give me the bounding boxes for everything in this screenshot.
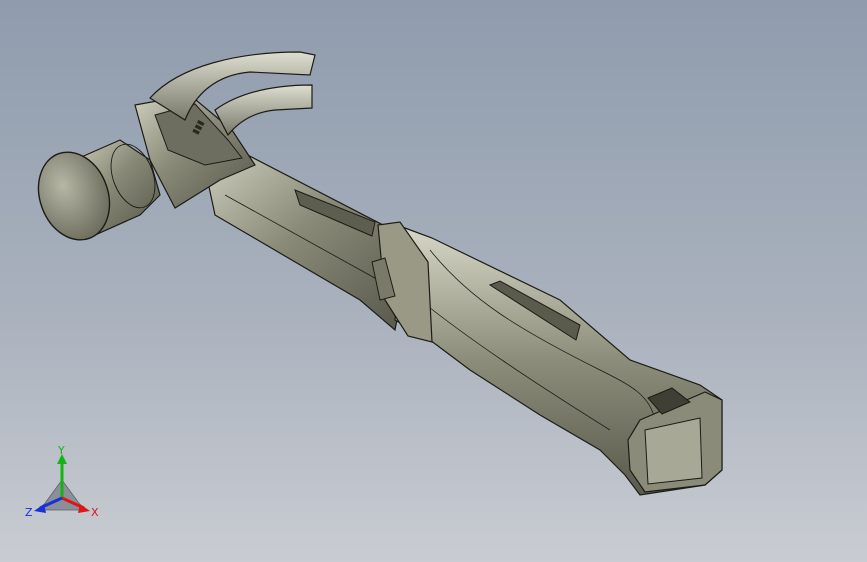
y-axis-label: Y [57, 446, 65, 457]
grip-end-face [644, 417, 703, 485]
orientation-triad[interactable]: Y X Z [22, 446, 102, 526]
z-axis-label: Z [25, 506, 33, 519]
x-axis-label: X [91, 506, 99, 519]
hammer-model[interactable]: ▮▮▮ [0, 0, 867, 562]
z-axis-arrow-icon [34, 504, 46, 513]
3d-viewport[interactable]: ▮▮▮ Y X Z [0, 0, 867, 562]
hammer-claw-lower [214, 84, 313, 137]
x-axis-arrow-icon [78, 504, 90, 513]
